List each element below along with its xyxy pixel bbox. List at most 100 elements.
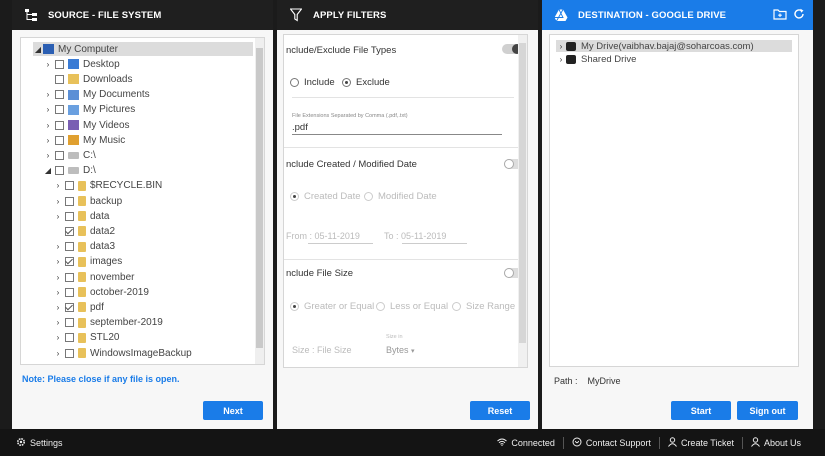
tree-checkbox[interactable] [55,105,64,115]
created-date-radio[interactable]: Created Date [290,191,361,202]
tree-checkbox[interactable] [65,211,74,221]
extensions-input[interactable]: .pdf [292,122,308,133]
expand-arrow-icon[interactable]: ◢ [43,166,53,175]
tree-item[interactable]: › My Documents [43,88,150,102]
tree-checkbox[interactable] [65,196,74,206]
tree-item[interactable]: › Desktop [43,57,120,71]
expand-arrow-icon[interactable]: › [43,60,53,69]
next-button[interactable]: Next [203,401,263,420]
tree-item[interactable]: › october-2019 [53,285,149,299]
from-date[interactable]: From : 05-11-2019 [286,231,360,241]
less-equal-radio[interactable]: Less or Equal [376,301,448,312]
tree-item[interactable]: › My Pictures [43,103,136,117]
folder-icon [78,211,86,222]
tree-checkbox[interactable] [65,302,74,312]
expand-arrow-icon[interactable]: › [53,288,63,297]
size-range-radio[interactable]: Size Range [452,301,515,312]
settings-button[interactable]: Settings [16,437,63,449]
expand-arrow-icon[interactable]: › [53,303,63,312]
tree-checkbox[interactable] [65,226,74,236]
tree-item-label: My Videos [83,119,130,131]
greater-equal-radio[interactable]: Greater or Equal [290,301,374,312]
tree-checkbox[interactable] [65,181,74,191]
tree-item-label: My Computer [58,43,119,55]
tree-item[interactable]: › C:\ [43,148,96,162]
size-unit-select[interactable]: Bytes ▾ [386,345,415,355]
tree-item[interactable]: › pdf [53,300,104,314]
filters-header: APPLY FILTERS [277,0,538,30]
expand-arrow-icon[interactable]: › [43,105,53,114]
tree-item[interactable]: › WindowsImageBackup [53,346,192,360]
tree-item[interactable]: › data [53,209,110,223]
tree-checkbox[interactable] [65,272,74,282]
tree-item[interactable]: › september-2019 [53,316,163,330]
tree-item-label: october-2019 [90,286,149,298]
expand-arrow-icon[interactable]: › [53,273,63,282]
destination-header: DESTINATION - GOOGLE DRIVE [542,0,813,30]
to-date[interactable]: To : 05-11-2019 [384,231,446,241]
tree-item[interactable]: › STL20 [53,331,120,345]
create-ticket-link[interactable]: Create Ticket [658,436,742,449]
expand-arrow-icon[interactable]: › [53,349,63,358]
tree-item-label: Desktop [83,58,120,70]
tree-item[interactable]: › data3 [53,240,115,254]
expand-arrow-icon[interactable]: › [53,197,63,206]
tree-checkbox[interactable] [65,257,74,267]
tree-checkbox[interactable] [55,120,64,130]
tree-checkbox[interactable] [55,150,64,160]
tree-checkbox[interactable] [65,348,74,358]
path-value: MyDrive [587,376,621,386]
tree-checkbox[interactable] [65,242,74,252]
videos-icon [68,120,79,130]
filters-scrollbar[interactable] [518,35,527,367]
tree-checkbox[interactable] [65,287,74,297]
tree-item[interactable]: › november [53,270,135,284]
size-input[interactable]: Size : File Size [292,345,352,355]
expand-arrow-icon[interactable]: › [43,90,53,99]
tree-checkbox[interactable] [65,333,74,343]
drive-tree-item[interactable]: › My Drive(vaibhav.bajaj@soharcoas.com) [556,40,792,52]
source-tree-scrollbar[interactable] [255,38,264,364]
expand-arrow-icon[interactable]: › [53,181,63,190]
expand-arrow-icon[interactable]: › [556,42,566,51]
refresh-icon[interactable] [793,8,805,23]
tree-checkbox[interactable] [55,90,64,100]
tree-item[interactable]: data2 [53,224,115,238]
start-button[interactable]: Start [671,401,731,420]
tree-item[interactable]: › images [53,255,123,269]
tree-item[interactable]: ◢ D:\ [43,164,96,178]
destination-tree[interactable]: › My Drive(vaibhav.bajaj@soharcoas.com) › S… [549,34,799,367]
expand-arrow-icon[interactable]: › [53,333,63,342]
tree-item[interactable]: › My Music [43,133,126,147]
contact-support-link[interactable]: Contact Support [562,436,659,449]
modified-date-radio[interactable]: Modified Date [364,191,437,202]
include-radio[interactable]: Include [290,77,335,88]
tree-checkbox[interactable] [65,318,74,328]
expand-arrow-icon[interactable]: › [556,55,566,64]
tree-item[interactable]: Downloads [43,72,132,86]
drive-tree-item[interactable]: › Shared Drive [556,53,637,65]
tree-checkbox[interactable] [55,74,64,84]
tree-item[interactable]: › My Videos [43,118,130,132]
tree-item[interactable]: › $RECYCLE.BIN [53,179,163,193]
tree-item[interactable]: › backup [53,194,123,208]
expand-arrow-icon[interactable]: ◢ [33,45,43,54]
drive-tree-label: My Drive(vaibhav.bajaj@soharcoas.com) [581,40,754,52]
tree-checkbox[interactable] [55,135,64,145]
expand-arrow-icon[interactable]: › [43,136,53,145]
expand-arrow-icon[interactable]: › [43,151,53,160]
source-tree[interactable]: ◢ My Computer › Desktop Downloads › My Documen… [20,37,265,365]
expand-arrow-icon[interactable]: › [53,212,63,221]
reset-button[interactable]: Reset [470,401,530,420]
expand-arrow-icon[interactable]: › [53,257,63,266]
tree-checkbox[interactable] [55,166,64,176]
expand-arrow-icon[interactable]: › [53,318,63,327]
exclude-radio[interactable]: Exclude [342,77,390,88]
tree-item[interactable]: ◢ My Computer [33,42,253,56]
tree-checkbox[interactable] [55,59,64,69]
expand-arrow-icon[interactable]: › [43,121,53,130]
new-folder-icon[interactable] [773,8,787,23]
about-us-link[interactable]: About Us [741,436,809,449]
sign-out-button[interactable]: Sign out [737,401,798,420]
expand-arrow-icon[interactable]: › [53,242,63,251]
